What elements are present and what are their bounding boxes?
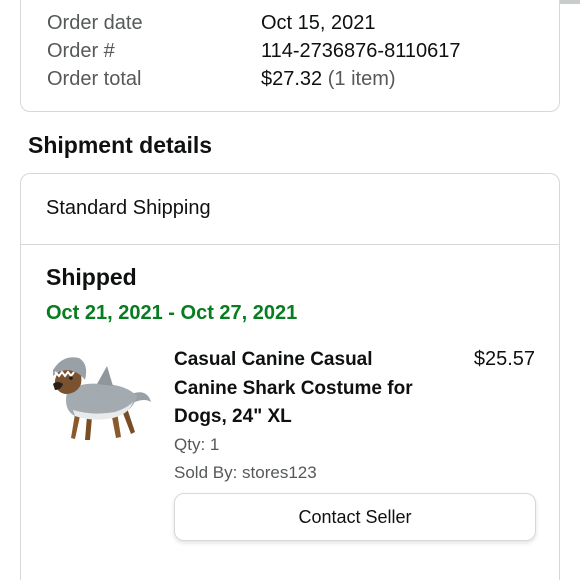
delivery-date-range: Oct 21, 2021 - Oct 27, 2021 <box>46 302 298 324</box>
order-number-row: Order # 114-2736876-8110617 <box>47 37 460 65</box>
order-total-row: Order total $27.32 (1 item) <box>47 65 396 93</box>
contact-seller-button[interactable]: Contact Seller <box>174 493 536 541</box>
sold-by: Sold By: stores123 <box>174 463 317 482</box>
order-date-value: Oct 15, 2021 <box>261 12 376 34</box>
shipment-status: Shipped <box>46 264 137 290</box>
order-summary-card: Order date Oct 15, 2021 Order # 114-2736… <box>20 0 560 112</box>
shipment-card: Standard Shipping Shipped Oct 21, 2021 -… <box>20 173 560 580</box>
order-total-value: $27.32 <box>261 68 323 90</box>
product-title-link[interactable]: Casual Canine Casual Canine Shark Costum… <box>174 346 419 432</box>
order-number-label: Order # <box>47 40 115 62</box>
order-item-count: (1 item) <box>327 68 396 90</box>
product-price: $25.57 <box>473 348 535 370</box>
shipping-method: Standard Shipping <box>21 174 559 245</box>
order-number-value: 114-2736876-8110617 <box>261 40 461 62</box>
order-date-label: Order date <box>47 12 143 34</box>
order-date-row: Order date Oct 15, 2021 <box>47 9 376 37</box>
item-quantity: Qty: 1 <box>174 435 220 454</box>
shipment-details-heading: Shipment details <box>28 132 213 158</box>
order-total-value-group: $27.32 (1 item) <box>261 65 396 93</box>
dog-shark-costume-photo[interactable] <box>49 350 153 446</box>
order-total-label: Order total <box>47 68 142 90</box>
